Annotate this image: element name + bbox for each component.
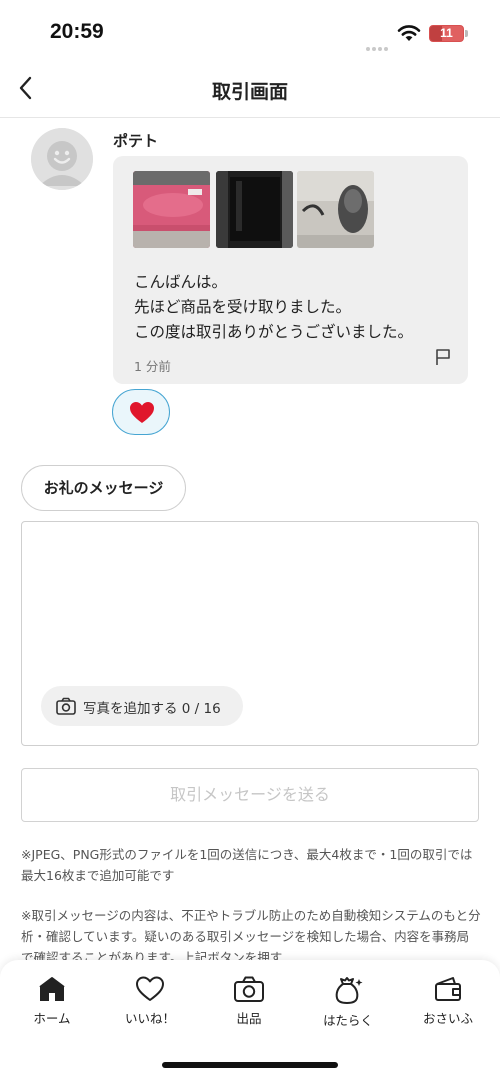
battery-tip	[465, 30, 468, 37]
message-photo-1[interactable]	[133, 171, 210, 248]
thanks-message-button[interactable]: お礼のメッセージ	[21, 465, 186, 511]
message-text-line: こんばんは。	[134, 273, 228, 291]
camera-icon	[234, 976, 264, 1002]
wallet-icon	[435, 977, 461, 1001]
tab-work[interactable]: はたらく	[308, 976, 388, 1036]
photo-thumbnail	[133, 171, 210, 248]
monitoring-note: ※取引メッセージの内容は、不正やトラブル防止のため自動検知システムのもと分析・確…	[21, 908, 481, 961]
money-bag-icon	[335, 977, 363, 1004]
battery-indicator: 11	[429, 25, 464, 42]
home-icon	[39, 977, 65, 1001]
message-photo-3[interactable]	[297, 171, 374, 248]
tab-home[interactable]: ホーム	[12, 976, 92, 1036]
camera-icon	[56, 697, 76, 715]
sender-name: ポテト	[113, 132, 159, 150]
add-photo-label: 写真を追加する 0 / 16	[83, 701, 221, 717]
tab-label: おさいふ	[422, 1011, 473, 1026]
message-text-line: 先ほど商品を受け取りました。	[134, 298, 352, 316]
flag-icon[interactable]	[434, 348, 452, 366]
home-indicator	[162, 1062, 338, 1068]
tab-likes[interactable]: いいね！	[110, 976, 190, 1036]
default-avatar-icon	[31, 128, 93, 190]
page-title: 取引画面	[211, 81, 288, 103]
status-bar: 20:59 11	[0, 0, 500, 62]
tab-label: いいね！	[124, 1011, 175, 1026]
status-time: 20:59	[50, 20, 104, 43]
message-text-line: この度は取引ありがとうございました。	[134, 323, 414, 341]
heart-reaction-button[interactable]	[112, 389, 170, 435]
heart-icon	[130, 402, 154, 423]
tab-sell[interactable]: 出品	[209, 976, 289, 1036]
photo-thumbnail	[216, 171, 293, 248]
message-input[interactable]: 写真を追加する 0 / 16	[21, 521, 479, 746]
top-navigation-bar: 取引画面	[0, 62, 500, 118]
tab-label: ホーム	[33, 1011, 71, 1026]
avatar[interactable]	[31, 128, 93, 190]
tab-label: 出品	[236, 1011, 262, 1026]
send-message-button[interactable]: 取引メッセージを送る	[21, 768, 479, 822]
battery-level: 11	[440, 26, 453, 40]
message-bubble: こんばんは。 先ほど商品を受け取りました。 この度は取引ありがとうございました。…	[113, 156, 468, 384]
add-photo-button[interactable]: 写真を追加する 0 / 16	[41, 686, 243, 726]
tab-label: はたらく	[323, 1013, 373, 1028]
photo-thumbnail	[297, 171, 374, 248]
tab-wallet[interactable]: おさいふ	[408, 976, 488, 1036]
heart-outline-icon	[136, 976, 164, 1001]
wifi-icon	[397, 25, 421, 41]
cellular-signal-icon	[366, 36, 390, 55]
attachment-note: ※JPEG、PNG形式のファイルを1回の送信につき、最大4枚まで・1回の取引では…	[21, 847, 473, 883]
message-photo-2[interactable]	[216, 171, 293, 248]
message-timestamp: 1 分前	[134, 359, 171, 374]
